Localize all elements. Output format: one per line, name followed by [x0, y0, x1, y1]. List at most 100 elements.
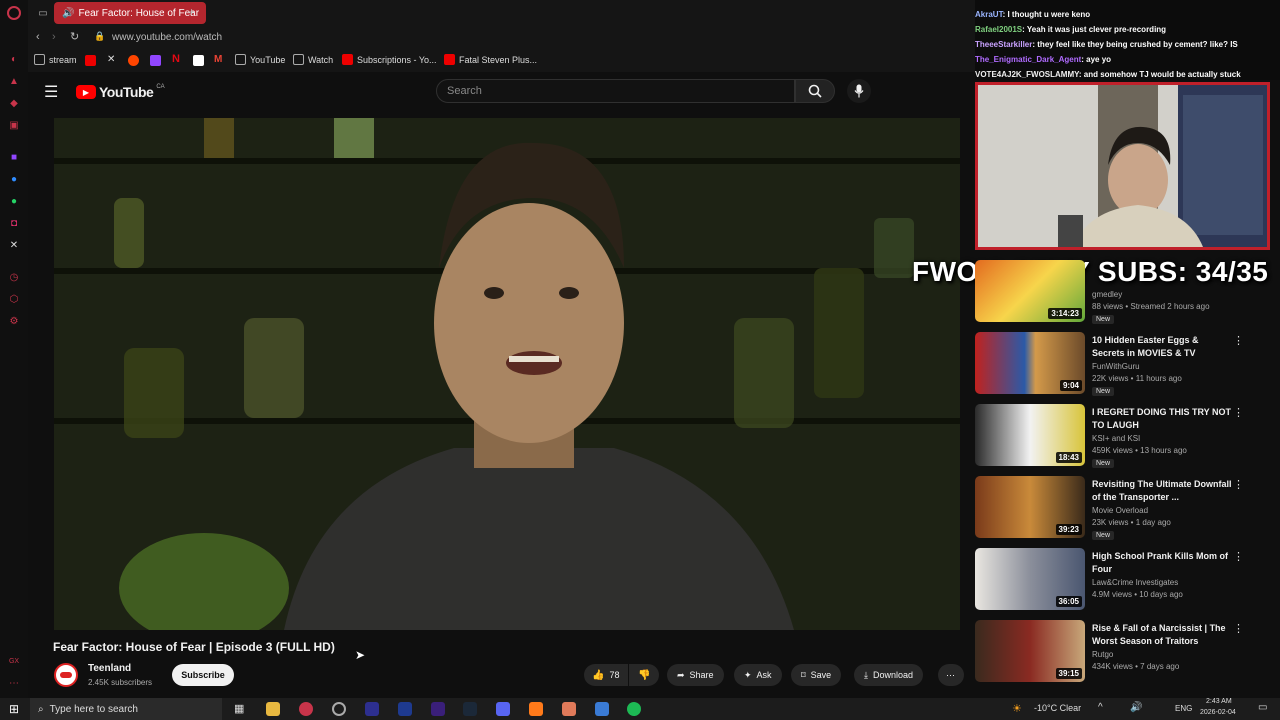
- thumbnail[interactable]: 9:04: [975, 332, 1085, 394]
- more-actions-button[interactable]: ⋯: [938, 664, 964, 686]
- whatsapp-icon[interactable]: ●: [7, 194, 21, 208]
- messenger-icon[interactable]: ◆: [7, 96, 21, 110]
- recommendation-title[interactable]: Revisiting The Ultimate Downfall of the …: [1092, 478, 1232, 504]
- youtube-logo[interactable]: ▶ YouTube CA: [76, 84, 165, 100]
- discord-icon[interactable]: [496, 702, 510, 716]
- save-button[interactable]: ⌑ Save: [791, 664, 842, 686]
- aria-icon[interactable]: ◐: [7, 52, 21, 66]
- more-vert-icon[interactable]: ⋮: [1233, 406, 1244, 419]
- recommendation-channel[interactable]: Law&Crime Investigates: [1092, 578, 1178, 587]
- youtube-bookmark-icon[interactable]: [85, 55, 96, 66]
- reload-icon[interactable]: ↻: [70, 30, 79, 43]
- task-view-icon[interactable]: ▦: [234, 702, 244, 715]
- recommendation-channel[interactable]: gmedley: [1092, 290, 1122, 299]
- recommendation-item[interactable]: 39:15 Rise & Fall of a Narcissist | The …: [975, 620, 1265, 688]
- gmail-bookmark-icon[interactable]: M: [214, 54, 222, 65]
- gx-icon[interactable]: GX: [7, 654, 21, 668]
- weather-text[interactable]: -10°C Clear: [1034, 703, 1081, 713]
- clock-time[interactable]: 2:43 AM: [1206, 698, 1232, 705]
- twitch-bookmark-icon[interactable]: [150, 55, 161, 66]
- recommendation-channel[interactable]: FunWithGuru: [1092, 362, 1140, 371]
- more-vert-icon[interactable]: ⋮: [1233, 478, 1244, 491]
- thumbnail[interactable]: 39:15: [975, 620, 1085, 682]
- bookmark-subscriptions[interactable]: Subscriptions - Yo...: [342, 54, 437, 65]
- workspace-icon[interactable]: ▲: [7, 74, 21, 88]
- twitch-icon[interactable]: ■: [7, 150, 21, 164]
- bookmark-fatal-steven[interactable]: Fatal Steven Plus...: [444, 54, 537, 65]
- recommendation-channel[interactable]: KSI+ and KSI: [1092, 434, 1140, 443]
- bookmark-youtube[interactable]: YouTube: [235, 54, 285, 65]
- recommendation-title[interactable]: High School Prank Kills Mom of Four: [1092, 550, 1232, 576]
- ask-button[interactable]: ✦ Ask: [734, 664, 782, 686]
- recommendation-item[interactable]: 3:14:23 gmedley 88 views • Streamed 2 ho…: [975, 260, 1265, 328]
- settings-icon[interactable]: ⚙: [7, 314, 21, 328]
- url-field[interactable]: www.youtube.com/watch: [112, 32, 222, 43]
- bookmark-watch[interactable]: Watch: [293, 54, 333, 65]
- menu-icon[interactable]: ☰: [44, 82, 58, 102]
- channel-avatar[interactable]: [54, 663, 78, 687]
- channel-name[interactable]: Teenland: [88, 663, 131, 674]
- more-vert-icon[interactable]: ⋮: [1233, 550, 1244, 563]
- obs-icon[interactable]: [332, 702, 346, 716]
- bookmarks-icon[interactable]: ▣: [7, 118, 21, 132]
- tab-overview-icon[interactable]: ▭: [36, 6, 50, 20]
- opera-logo-icon[interactable]: [7, 6, 21, 20]
- thumbnail[interactable]: 18:43: [975, 404, 1085, 466]
- photoshop-icon[interactable]: [398, 702, 412, 716]
- recommendation-item[interactable]: 9:04 10 Hidden Easter Eggs & Secrets in …: [975, 332, 1265, 400]
- thumbnail[interactable]: 3:14:23: [975, 260, 1085, 322]
- app-icon[interactable]: [562, 702, 576, 716]
- more-icon[interactable]: ⋯: [7, 676, 21, 690]
- download-button[interactable]: ⤓ Download: [854, 664, 924, 686]
- search-input[interactable]: Search: [436, 79, 795, 103]
- netflix-bookmark-icon[interactable]: N: [172, 53, 180, 65]
- tray-expand-icon[interactable]: ^: [1098, 702, 1103, 713]
- tab-active[interactable]: 🔊 Fear Factor: House of Fear: [54, 2, 206, 24]
- recommendation-channel[interactable]: Rutgo: [1092, 650, 1113, 659]
- x-bookmark-icon[interactable]: ✕: [107, 54, 115, 65]
- language-indicator[interactable]: ENG: [1175, 704, 1192, 713]
- bookmark-stream[interactable]: stream: [34, 54, 77, 65]
- clock-date[interactable]: 2026-02-04: [1200, 709, 1236, 716]
- video-player[interactable]: [54, 118, 960, 630]
- more-vert-icon[interactable]: ⋮: [1233, 334, 1244, 347]
- more-vert-icon[interactable]: ⋮: [1233, 622, 1244, 635]
- notification-icon[interactable]: ▭: [1258, 702, 1267, 713]
- recommendation-channel[interactable]: Movie Overload: [1092, 506, 1148, 515]
- file-explorer-icon[interactable]: [266, 702, 280, 716]
- search-button[interactable]: [795, 79, 835, 103]
- facebook-messenger-icon[interactable]: ●: [7, 172, 21, 186]
- thumbnail[interactable]: 36:05: [975, 548, 1085, 610]
- dislike-button[interactable]: 👎: [629, 664, 659, 686]
- search-app-icon[interactable]: [529, 702, 543, 716]
- windows-start-icon[interactable]: ⊞: [9, 702, 19, 716]
- media-encoder-icon[interactable]: [365, 702, 379, 716]
- taskbar-search[interactable]: ⌕ Type here to search: [30, 698, 222, 720]
- history-icon[interactable]: ◷: [7, 270, 21, 284]
- voice-search-button[interactable]: [847, 79, 871, 103]
- recommendation-title[interactable]: 10 Hidden Easter Eggs & Secrets in MOVIE…: [1092, 334, 1232, 360]
- vpn-icon[interactable]: [595, 702, 609, 716]
- share-button[interactable]: ➦ Share: [667, 664, 724, 686]
- thumbnail[interactable]: 39:23: [975, 476, 1085, 538]
- extensions-icon[interactable]: ⬡: [7, 292, 21, 306]
- x-icon[interactable]: ✕: [7, 238, 21, 252]
- recommendation-title[interactable]: Rise & Fall of a Narcissist | The Worst …: [1092, 622, 1232, 648]
- back-icon[interactable]: ‹: [36, 31, 40, 43]
- recommendation-item[interactable]: 36:05 High School Prank Kills Mom of Fou…: [975, 548, 1265, 616]
- instagram-icon[interactable]: ◘: [7, 216, 21, 230]
- premiere-icon[interactable]: [431, 702, 445, 716]
- recommendation-item[interactable]: 18:43 I REGRET DOING THIS TRY NOT TO LAU…: [975, 404, 1265, 472]
- recommendation-title[interactable]: I REGRET DOING THIS TRY NOT TO LAUGH: [1092, 406, 1232, 432]
- new-tab-icon[interactable]: +: [188, 5, 195, 19]
- amazon-bookmark-icon[interactable]: [193, 55, 204, 66]
- recommendation-item[interactable]: 39:23 Revisiting The Ultimate Downfall o…: [975, 476, 1265, 544]
- like-button[interactable]: 👍 78: [584, 664, 628, 686]
- forward-icon[interactable]: ›: [52, 31, 56, 43]
- volume-icon[interactable]: 🔊: [1130, 702, 1142, 713]
- reddit-bookmark-icon[interactable]: [128, 55, 139, 66]
- opera-gx-icon[interactable]: [299, 702, 313, 716]
- steam-icon[interactable]: [463, 702, 477, 716]
- subscribe-button[interactable]: Subscribe: [172, 664, 234, 686]
- spotify-icon[interactable]: [627, 702, 641, 716]
